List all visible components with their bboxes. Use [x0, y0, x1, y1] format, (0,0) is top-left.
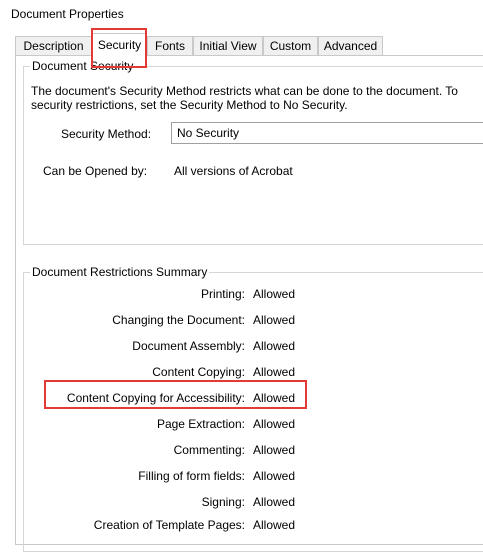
restriction-label: Printing:	[200, 287, 245, 301]
restriction-label: Page Extraction:	[156, 417, 245, 431]
restriction-value: Allowed	[253, 417, 296, 431]
restriction-label: Content Copying:	[152, 365, 245, 379]
window-title: Document Properties	[11, 7, 124, 21]
tab-advanced[interactable]: Advanced	[318, 36, 383, 55]
document-security-title: Document Security	[30, 59, 136, 73]
security-method-dropdown[interactable]: No Security	[171, 122, 483, 144]
restriction-value: Allowed	[253, 365, 296, 379]
restriction-value: Allowed	[253, 313, 296, 327]
tab-description[interactable]: Description	[15, 36, 92, 55]
security-description-line-2: security restrictions, set the Security …	[31, 98, 348, 112]
restrictions-summary-title: Document Restrictions Summary	[30, 265, 210, 279]
security-description-line-1: The document's Security Method restricts…	[31, 84, 458, 98]
tab-custom[interactable]: Custom	[263, 36, 318, 55]
tab-security[interactable]: Security	[92, 33, 147, 56]
opened-by-value: All versions of Acrobat	[174, 164, 293, 178]
restriction-label: Signing:	[201, 495, 245, 509]
restriction-label: Filling of form fields:	[138, 469, 245, 483]
restriction-label: Content Copying for Accessibility:	[66, 391, 245, 405]
restriction-label: Document Assembly:	[132, 339, 245, 353]
restriction-value: Allowed	[253, 495, 296, 509]
security-description: The document's Security Method restricts…	[31, 84, 483, 112]
restriction-value: Allowed	[253, 339, 296, 353]
restriction-label: Changing the Document:	[112, 313, 245, 327]
restriction-value: Allowed	[253, 518, 296, 532]
restriction-value: Allowed	[253, 391, 296, 405]
restriction-value: Allowed	[253, 443, 296, 457]
tab-fonts[interactable]: Fonts	[147, 36, 193, 55]
opened-by-label: Can be Opened by:	[43, 164, 148, 178]
tab-initial-view[interactable]: Initial View	[193, 36, 263, 55]
security-method-label: Security Method:	[61, 127, 152, 141]
restriction-label: Commenting:	[173, 443, 245, 457]
restriction-value: Allowed	[253, 287, 296, 301]
restriction-value: Allowed	[253, 469, 296, 483]
restriction-label: Creation of Template Pages:	[93, 518, 245, 532]
